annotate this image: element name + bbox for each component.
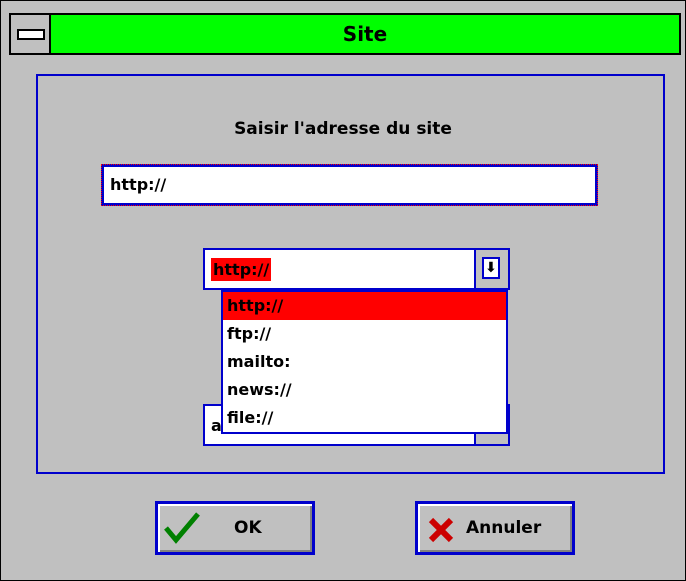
ok-button[interactable]: OK bbox=[155, 501, 315, 555]
title-bar: Site bbox=[9, 13, 681, 55]
close-icon bbox=[428, 517, 454, 543]
protocol-option-http[interactable]: http:// bbox=[223, 292, 506, 320]
site-address-input[interactable]: http:// bbox=[101, 164, 598, 206]
system-menu-icon bbox=[17, 29, 45, 40]
protocol-dropdown-list: http:// ftp:// mailto: news:// file:// bbox=[221, 290, 508, 434]
system-menu-button[interactable] bbox=[11, 15, 51, 53]
arrow-down-icon: ⬇ bbox=[482, 257, 500, 279]
protocol-option-mailto[interactable]: mailto: bbox=[223, 348, 506, 376]
checkmark-icon bbox=[164, 512, 200, 544]
site-address-value: http:// bbox=[110, 175, 167, 194]
cancel-button[interactable]: Annuler bbox=[415, 501, 575, 555]
cancel-label: Annuler bbox=[466, 518, 542, 538]
protocol-option-file[interactable]: file:// bbox=[223, 404, 506, 432]
protocol-selected-value: http:// bbox=[211, 258, 272, 281]
protocol-dropdown-button[interactable]: ⬇ bbox=[474, 250, 508, 288]
protocol-option-news[interactable]: news:// bbox=[223, 376, 506, 404]
protocol-combobox[interactable]: http:// ⬇ bbox=[203, 248, 510, 290]
dialog-heading: Saisir l'adresse du site bbox=[234, 119, 452, 139]
window-title: Site bbox=[342, 22, 388, 46]
protocol-option-ftp[interactable]: ftp:// bbox=[223, 320, 506, 348]
ok-label: OK bbox=[234, 518, 262, 538]
site-dialog-window: Site Saisir l'adresse du site http:// a … bbox=[0, 0, 686, 581]
